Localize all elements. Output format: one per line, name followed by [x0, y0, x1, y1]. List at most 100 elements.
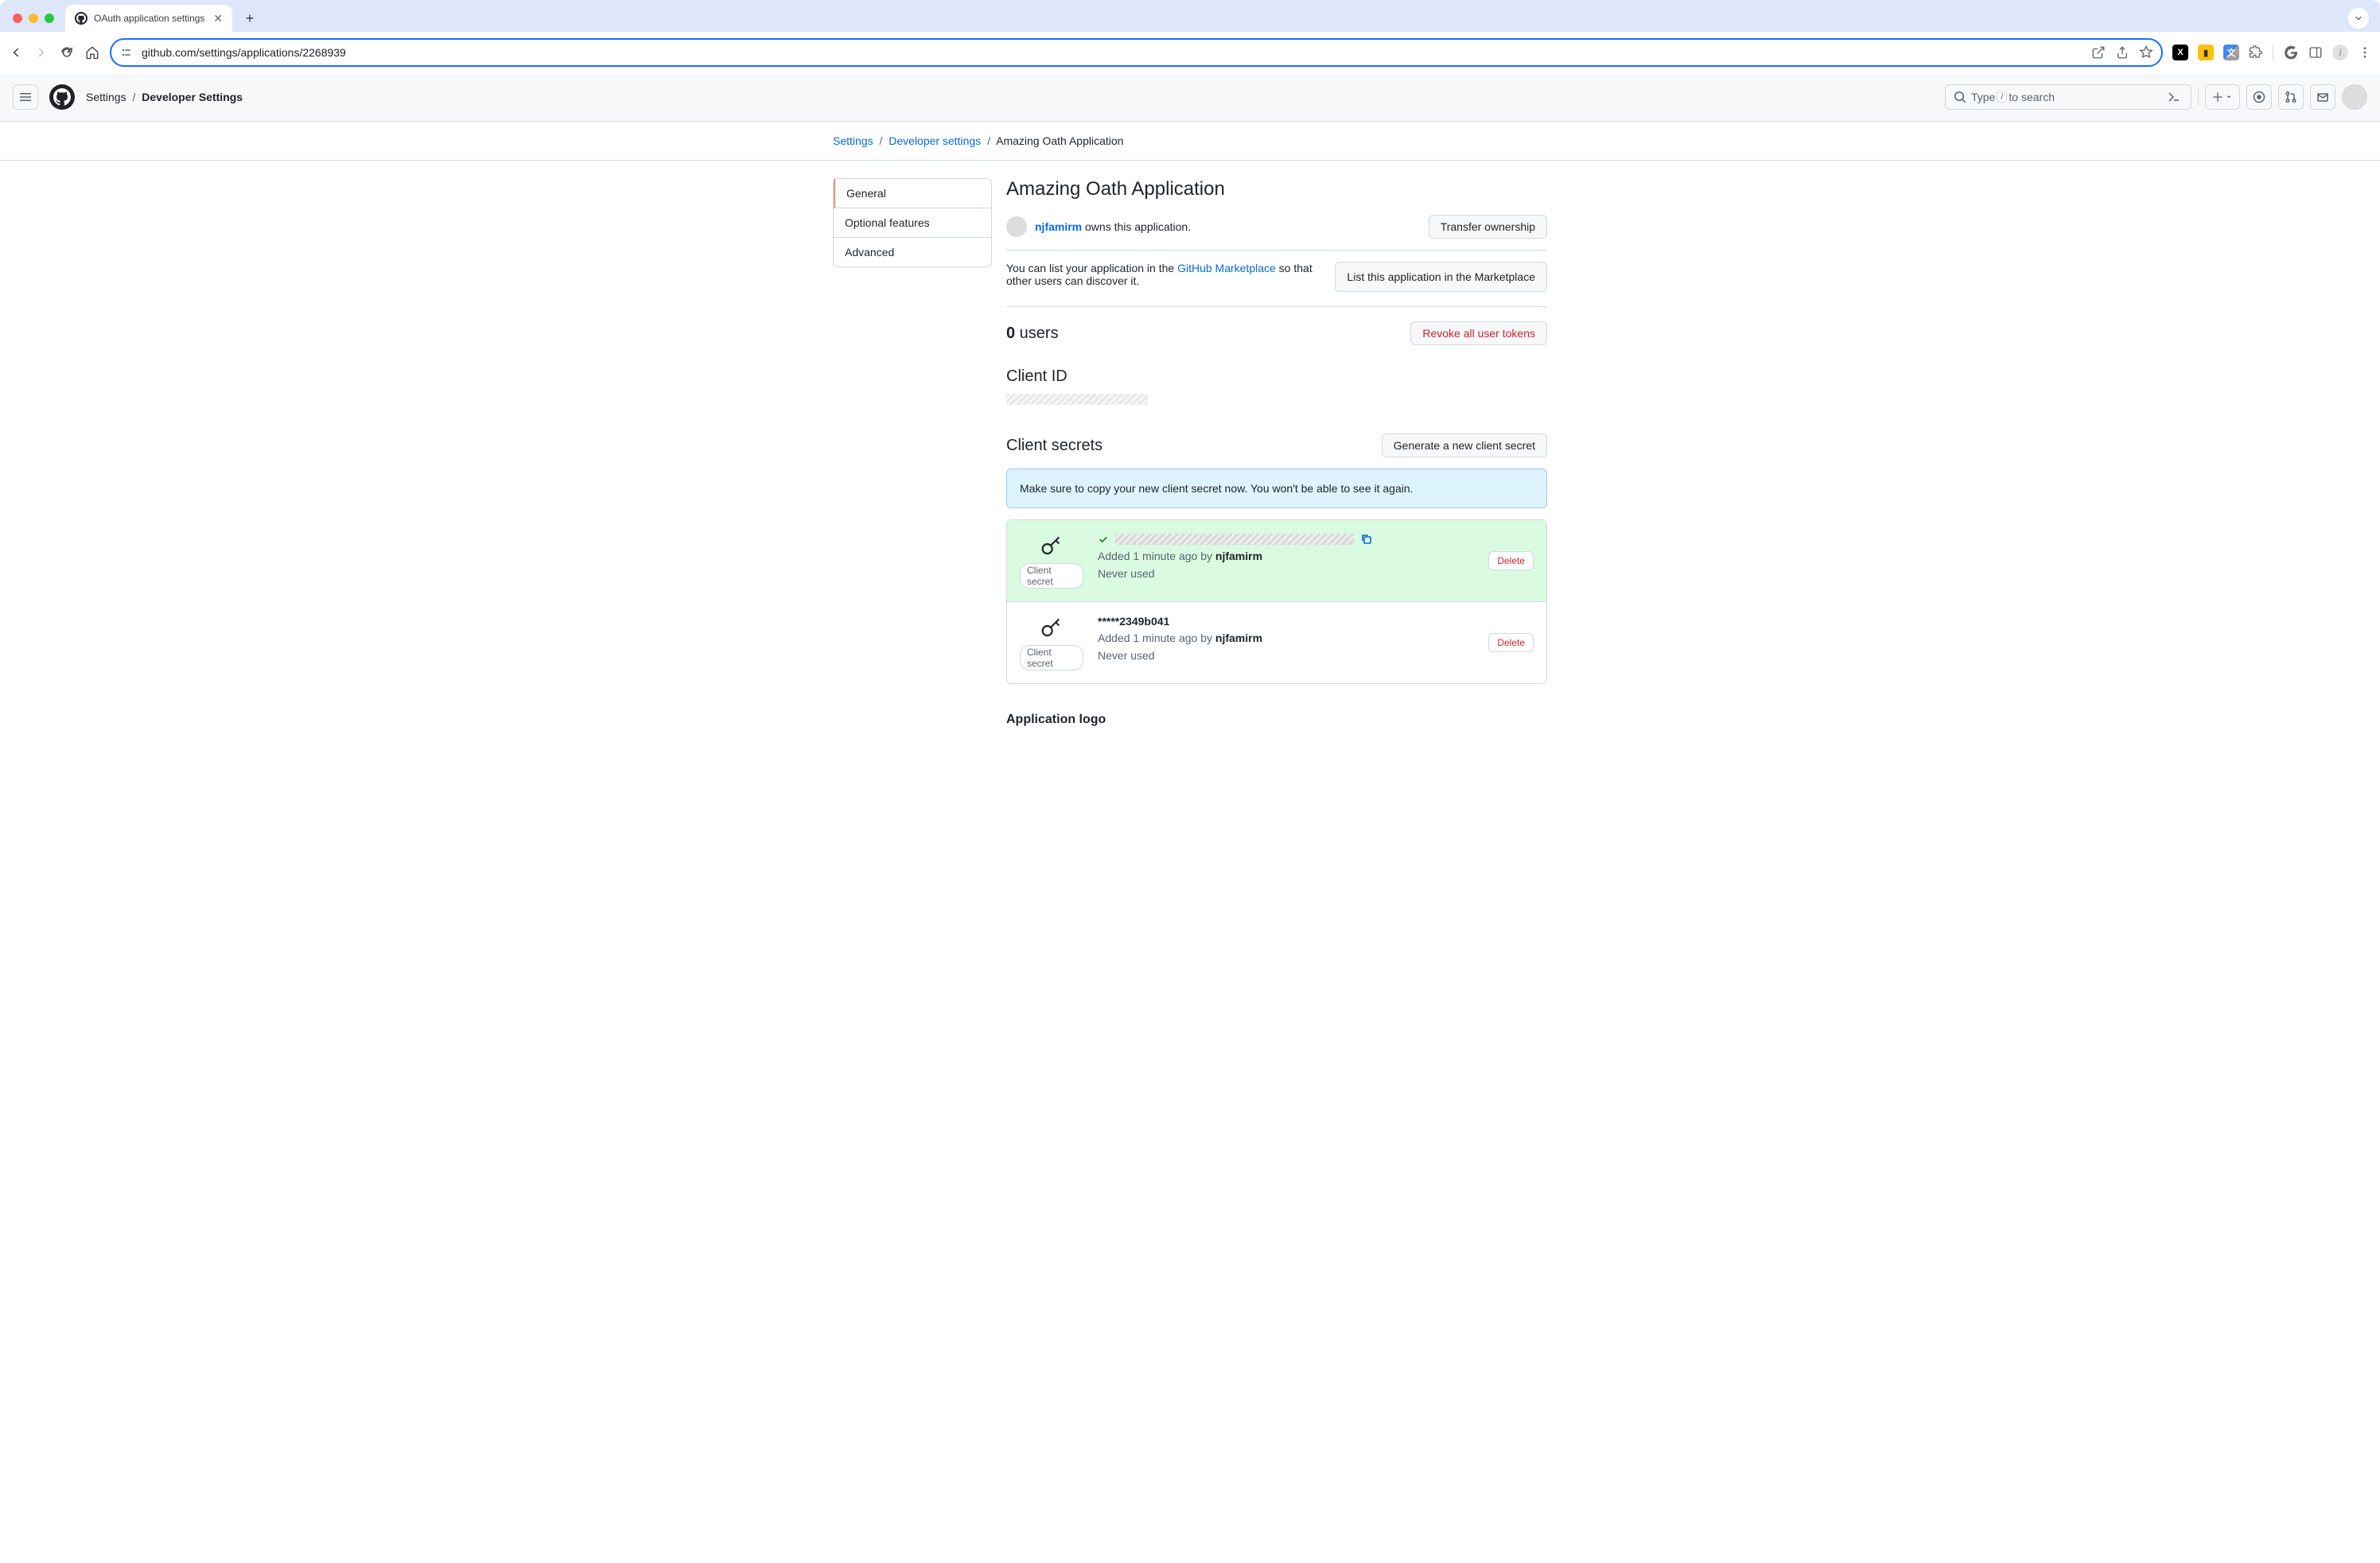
generate-secret-button[interactable]: Generate a new client secret	[1382, 434, 1547, 457]
extension-keep-icon[interactable]: ▮	[2198, 45, 2214, 60]
main-content: Amazing Oath Application njfamirm owns t…	[1006, 178, 1547, 735]
marketplace-pre: You can list your application in the	[1006, 262, 1177, 274]
revoke-tokens-button[interactable]: Revoke all user tokens	[1410, 321, 1547, 345]
client-id-heading: Client ID	[1006, 367, 1547, 386]
marketplace-link[interactable]: GitHub Marketplace	[1177, 262, 1276, 274]
marketplace-row: You can list your application in the Git…	[1006, 262, 1547, 307]
client-secrets-heading: Client secrets	[1006, 437, 1382, 455]
share-icon[interactable]	[2115, 45, 2129, 60]
copy-secret-warning: Make sure to copy your new client secret…	[1006, 469, 1547, 508]
delete-secret-button[interactable]: Delete	[1488, 551, 1534, 570]
sub-breadcrumb-bar: Settings / Developer settings / Amazing …	[0, 122, 2380, 161]
delete-secret-button[interactable]: Delete	[1488, 633, 1534, 652]
extensions-row: X ▮ 文 i	[2172, 44, 2372, 61]
new-tab-button[interactable]: +	[239, 7, 261, 29]
secret-value-redacted	[1115, 534, 1354, 545]
list-in-marketplace-button[interactable]: List this application in the Marketplace	[1335, 262, 1547, 292]
address-bar[interactable]: github.com/settings/applications/2268939	[110, 38, 2163, 67]
browser-menu-icon[interactable]	[2358, 45, 2372, 60]
extensions-icon[interactable]	[2249, 45, 2263, 60]
secret-masked-value: *****2349b041	[1098, 615, 1474, 628]
nav-back-icon[interactable]	[8, 45, 24, 60]
global-search[interactable]: Type / to search	[1945, 84, 2191, 110]
issues-button[interactable]	[2246, 84, 2272, 110]
main-layout: General Optional features Advanced Amazi…	[833, 178, 1547, 735]
github-logo-icon[interactable]	[49, 84, 75, 110]
search-text-pre: Type	[1971, 91, 1995, 103]
bookmark-star-icon[interactable]	[2139, 45, 2153, 60]
pull-requests-button[interactable]	[2278, 84, 2304, 110]
url-text: github.com/settings/applications/2268939	[142, 46, 2083, 59]
search-text-post: to search	[2009, 91, 2055, 103]
key-icon	[1039, 533, 1064, 558]
owner-suffix: owns this application.	[1082, 220, 1191, 233]
never-used: Never used	[1098, 567, 1155, 580]
secret-item-new: Client secret Added 1 minute ago by njfa…	[1007, 520, 1546, 602]
crumb-settings[interactable]: Settings	[833, 134, 873, 147]
browser-tab[interactable]: OAuth application settings ✕	[65, 5, 232, 32]
secret-list: Client secret Added 1 minute ago by njfa…	[1006, 519, 1547, 684]
never-used: Never used	[1098, 649, 1155, 662]
check-icon	[1098, 534, 1109, 545]
open-external-icon[interactable]	[2091, 45, 2106, 60]
settings-sidenav: General Optional features Advanced	[833, 178, 992, 267]
breadcrumb-developer-settings[interactable]: Developer Settings	[142, 91, 243, 103]
search-shortcut-key: /	[1997, 91, 2007, 103]
added-pre: Added 1 minute ago by	[1098, 632, 1215, 644]
search-icon	[1954, 91, 1966, 103]
app-title: Amazing Oath Application	[1006, 178, 1547, 200]
users-count: 0	[1006, 325, 1015, 342]
users-label: users	[1015, 325, 1058, 342]
application-logo-heading: Application logo	[1006, 713, 1547, 727]
added-pre: Added 1 minute ago by	[1098, 550, 1215, 562]
user-avatar[interactable]	[2342, 84, 2367, 110]
sidenav-advanced[interactable]: Advanced	[834, 238, 991, 266]
crumb-developer-settings[interactable]: Developer settings	[889, 134, 981, 147]
window-minimize[interactable]	[29, 14, 38, 23]
client-id-redacted	[1006, 394, 1148, 405]
copy-icon[interactable]	[1360, 533, 1373, 546]
traffic-lights	[13, 14, 54, 23]
tab-close-icon[interactable]: ✕	[213, 12, 223, 25]
extension-x-icon[interactable]: X	[2172, 45, 2188, 60]
owner-avatar	[1006, 216, 1027, 237]
client-secrets-header: Client secrets Generate a new client sec…	[1006, 434, 1547, 457]
profile-icon[interactable]: i	[2332, 45, 2348, 60]
create-new-button[interactable]	[2205, 84, 2240, 110]
github-favicon	[75, 12, 88, 25]
browser-chrome: OAuth application settings ✕ + github.co…	[0, 0, 2380, 73]
sidenav-optional-features[interactable]: Optional features	[834, 208, 991, 238]
extension-translate-icon[interactable]: 文	[2223, 45, 2239, 60]
reload-icon[interactable]	[59, 45, 75, 60]
inbox-button[interactable]	[2310, 84, 2335, 110]
side-panel-icon[interactable]	[2308, 45, 2323, 60]
tab-strip: OAuth application settings ✕ +	[0, 0, 2380, 32]
owner-link[interactable]: njfamirm	[1035, 220, 1082, 233]
added-user: njfamirm	[1215, 632, 1262, 644]
window-close[interactable]	[13, 14, 22, 23]
secret-label: Client secret	[1020, 563, 1083, 589]
owner-row: njfamirm owns this application. Transfer…	[1006, 215, 1547, 251]
site-settings-icon[interactable]	[119, 45, 134, 60]
key-icon	[1039, 615, 1064, 640]
window-zoom[interactable]	[45, 14, 54, 23]
home-icon[interactable]	[84, 45, 100, 60]
separator	[2198, 88, 2199, 106]
breadcrumb-settings[interactable]: Settings	[86, 91, 126, 103]
crumb-current: Amazing Oath Application	[996, 134, 1123, 147]
sidenav-general[interactable]: General	[834, 179, 991, 208]
browser-toolbar: github.com/settings/applications/2268939…	[0, 32, 2380, 73]
added-user: njfamirm	[1215, 550, 1262, 562]
tabs-dropdown[interactable]	[2348, 8, 2369, 29]
nav-forward-icon	[33, 45, 49, 60]
command-palette-icon[interactable]	[2165, 88, 2183, 106]
tab-title: OAuth application settings	[94, 13, 204, 24]
google-account-icon[interactable]	[2283, 45, 2299, 60]
secret-item: Client secret *****2349b041 Added 1 minu…	[1007, 602, 1546, 683]
hamburger-menu[interactable]	[13, 84, 38, 110]
header-breadcrumb: Settings / Developer Settings	[86, 91, 243, 103]
secret-label: Client secret	[1020, 645, 1083, 671]
github-header: Settings / Developer Settings Type / to …	[0, 73, 2380, 122]
users-row: 0 users Revoke all user tokens	[1006, 321, 1547, 345]
transfer-ownership-button[interactable]: Transfer ownership	[1429, 215, 1547, 239]
